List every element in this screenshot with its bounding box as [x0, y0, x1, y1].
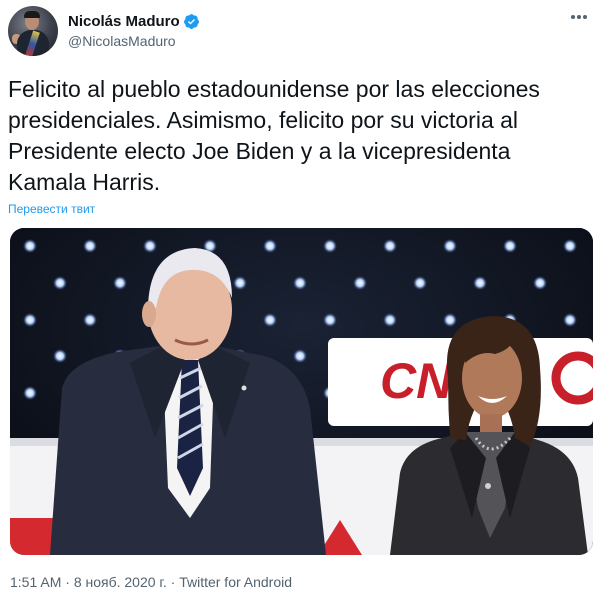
stage-light — [503, 239, 517, 253]
stage-light — [413, 276, 427, 290]
tweet-text: Felicito al pueblo estadounidense por la… — [8, 76, 540, 195]
stage-light — [293, 276, 307, 290]
stage-light — [23, 313, 37, 327]
stage-light — [263, 313, 277, 327]
stage-light — [383, 313, 397, 327]
stage-light — [323, 239, 337, 253]
stage-light — [563, 239, 577, 253]
stage-light — [53, 276, 67, 290]
more-options-icon[interactable] — [568, 10, 590, 24]
stage-light — [23, 239, 37, 253]
tweet-source[interactable]: Twitter for Android — [179, 574, 292, 590]
stage-light — [263, 239, 277, 253]
verified-badge-icon — [183, 13, 199, 29]
tweet-header: Nicolás Maduro @NicolasMaduro — [8, 6, 592, 56]
photo-illustration: CNN — [10, 228, 593, 555]
meta-separator: · — [166, 574, 180, 590]
stage-light — [323, 313, 337, 327]
avatar[interactable] — [8, 6, 58, 56]
stage-light — [23, 386, 37, 400]
stage-light — [533, 276, 547, 290]
translate-link[interactable]: Перевести твит — [8, 202, 95, 216]
stage-light — [53, 349, 67, 363]
stage-light — [563, 313, 577, 327]
stage-light — [353, 276, 367, 290]
stage-light — [443, 313, 457, 327]
tweet-photo[interactable]: CNN — [10, 228, 593, 555]
stage-light — [143, 239, 157, 253]
stage-light — [113, 276, 127, 290]
stage-light — [443, 239, 457, 253]
stage-light — [383, 239, 397, 253]
display-name[interactable]: Nicolás Maduro — [68, 13, 180, 30]
tweet-date[interactable]: 8 нояб. 2020 г. — [74, 574, 167, 590]
meta-separator: · — [61, 574, 74, 590]
stage-light — [473, 276, 487, 290]
stage-light — [293, 349, 307, 363]
username[interactable]: @NicolasMaduro — [68, 33, 200, 49]
stage-light — [83, 239, 97, 253]
tweet-time[interactable]: 1:51 AM — [10, 574, 61, 590]
author-names: Nicolás Maduro @NicolasMaduro — [68, 11, 200, 49]
stage-light — [233, 276, 247, 290]
stage-light — [83, 313, 97, 327]
tweet-meta: 1:51 AM · 8 нояб. 2020 г. · Twitter for … — [10, 574, 292, 590]
